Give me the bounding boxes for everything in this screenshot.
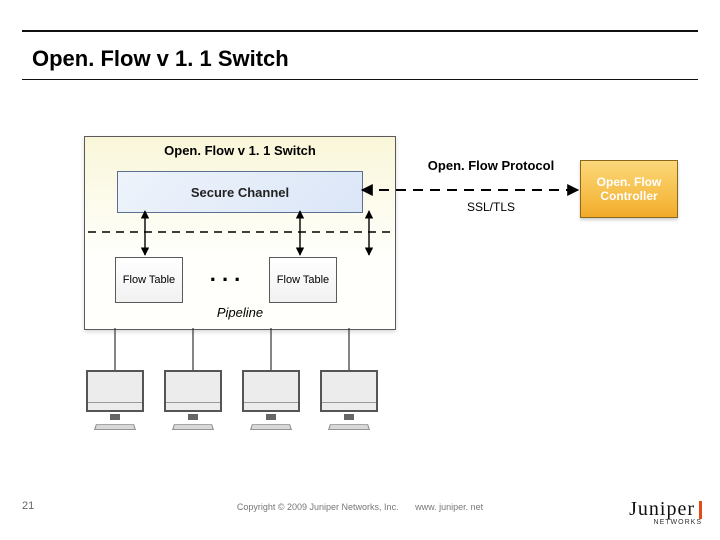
flow-table-1: Flow Table [115, 257, 183, 303]
flow-table-ellipsis: . . . [195, 261, 255, 287]
client-monitors [86, 370, 378, 431]
monitor-icon [86, 370, 144, 431]
switch-box-title: Open. Flow v 1. 1 Switch [85, 143, 395, 158]
flow-table-2: Flow Table [269, 257, 337, 303]
protocol-label: Open. Flow Protocol [416, 158, 566, 173]
monitor-icon [320, 370, 378, 431]
controller-box: Open. Flow Controller [580, 160, 678, 218]
slide-title: Open. Flow v 1. 1 Switch [32, 46, 289, 72]
copyright-line: Copyright © 2009 Juniper Networks, Inc. … [0, 502, 720, 512]
logo-bar-icon [699, 501, 702, 519]
footer-url: www. juniper. net [415, 502, 483, 512]
slide: Open. Flow v 1. 1 Switch Open. Flow v 1.… [0, 0, 720, 540]
pipeline-label: Pipeline [85, 305, 395, 320]
logo-name: Juniper [629, 498, 695, 520]
copyright-text: Copyright © 2009 Juniper Networks, Inc. [237, 502, 399, 512]
top-rule [22, 30, 698, 32]
monitor-icon [164, 370, 222, 431]
juniper-logo: Juniper NETWORKS [629, 498, 702, 526]
monitor-icon [242, 370, 300, 431]
secure-channel-box: Secure Channel [117, 171, 363, 213]
switch-box: Open. Flow v 1. 1 Switch Secure Channel … [84, 136, 396, 330]
title-underline [22, 79, 698, 80]
ssl-label: SSL/TLS [416, 200, 566, 214]
